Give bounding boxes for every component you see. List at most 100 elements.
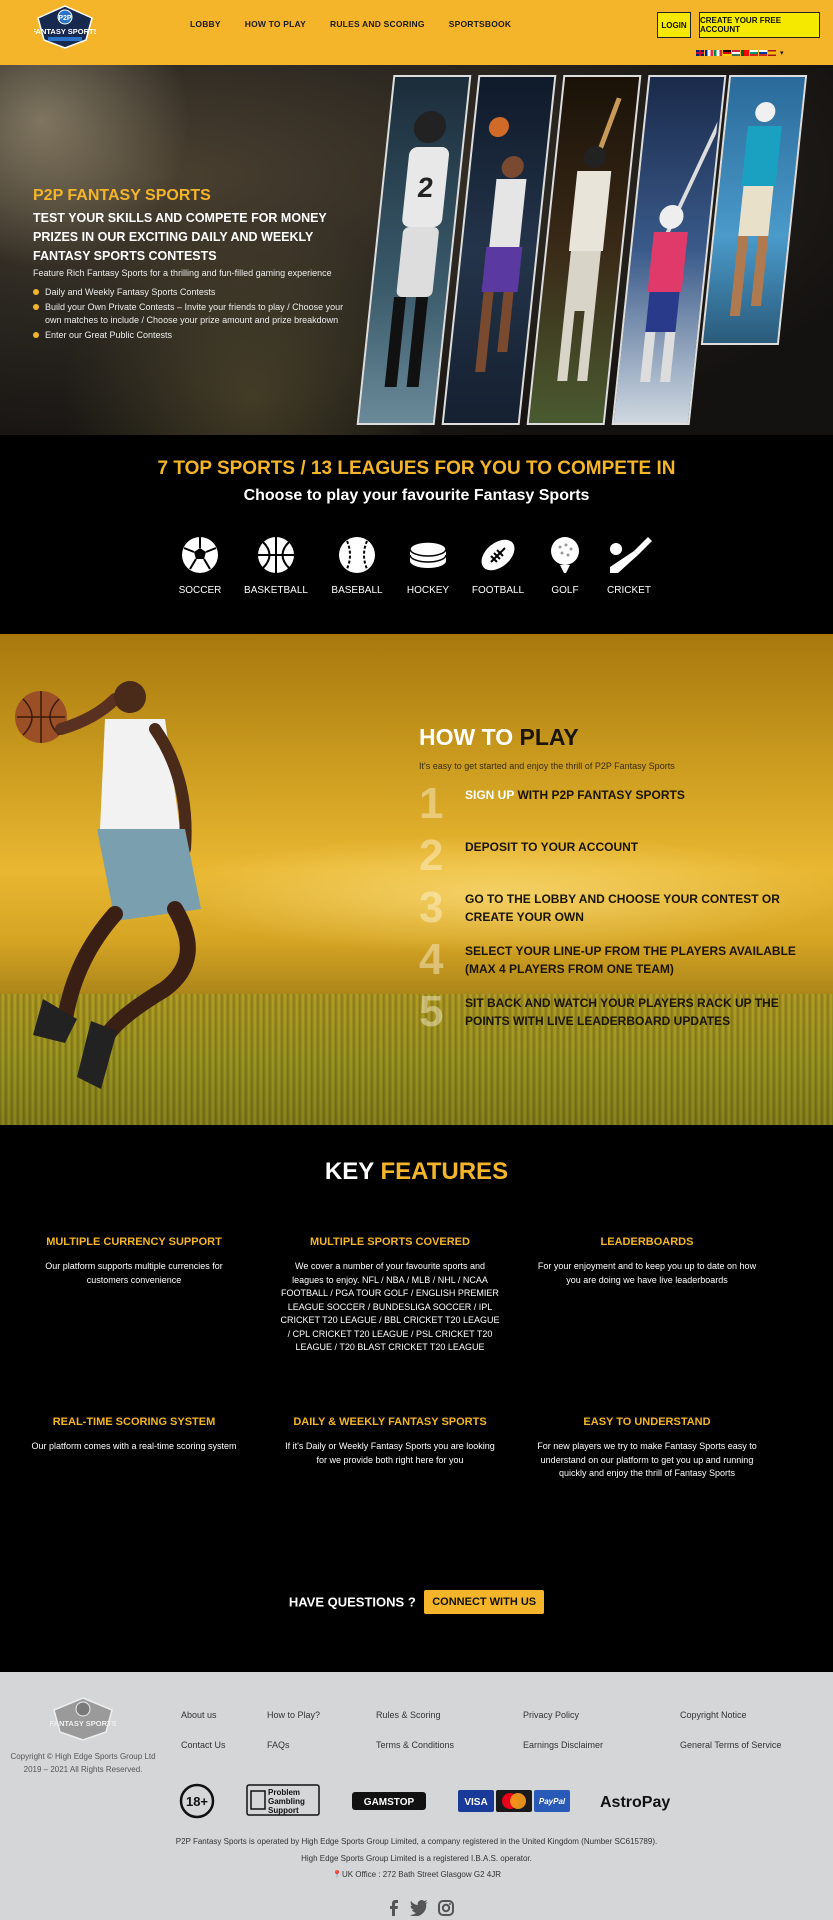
create-account-button[interactable]: CREATE YOUR FREE ACCOUNT (699, 12, 820, 38)
sport-label: BASKETBALL (244, 585, 308, 596)
questions-banner: HAVE QUESTIONS ? CONNECT WITH US (0, 1590, 833, 1614)
feature-card: EASY TO UNDERSTAND For new players we tr… (537, 1416, 757, 1481)
fantasy-sports-logo[interactable]: P2P FANTASY SPORTS (34, 4, 96, 50)
feature-title: EASY TO UNDERSTAND (583, 1416, 711, 1428)
visa-icon: VISA (458, 1790, 494, 1812)
compliance-badges: 18+ Problem Gambling Support GAMSTOP VIS… (0, 1782, 833, 1822)
nav-sportsbook[interactable]: SPORTSBOOK (449, 19, 511, 29)
how-to-play-section: HOW TO PLAY It's easy to get started and… (0, 634, 833, 1125)
instagram-icon[interactable] (438, 1900, 454, 1916)
sports-section: 7 TOP SPORTS / 13 LEAGUES FOR YOU TO COM… (0, 435, 833, 634)
golf-ball-icon (551, 537, 579, 573)
footer-link-rules[interactable]: Rules & Scoring (376, 1710, 441, 1720)
feature-card: REAL-TIME SCORING SYSTEM Our platform co… (24, 1416, 244, 1454)
flag-de-icon[interactable] (723, 50, 731, 56)
sport-cricket[interactable]: CRICKET (594, 535, 664, 596)
key-features-title: KEY FEATURES (0, 1158, 833, 1186)
sport-label: HOCKEY (406, 585, 450, 596)
badge-text: PayPal (539, 1797, 566, 1806)
address-text: UK Office : 272 Bath Street Glasgow G2 4… (341, 1870, 501, 1879)
legal-text: P2P Fantasy Sports is operated by High E… (175, 1837, 658, 1846)
nav-how-to-play[interactable]: HOW TO PLAY (245, 19, 306, 29)
feature-title: REAL-TIME SCORING SYSTEM (52, 1416, 216, 1428)
hero-subtitle: TEST YOUR SKILLS AND COMPETE FOR MONEY P… (33, 211, 327, 263)
step-text: SELECT YOUR LINE-UP FROM THE PLAYERS AVA… (465, 944, 796, 976)
office-address: 📍UK Office : 272 Bath Street Glasgow G2 … (0, 1870, 833, 1879)
feature-text: For your enjoyment and to keep you up to… (537, 1261, 757, 1285)
twitter-icon[interactable] (410, 1900, 428, 1916)
title-part: PLAY (519, 724, 579, 750)
footer-link-about[interactable]: About us (181, 1710, 217, 1720)
nav-lobby[interactable]: LOBBY (190, 19, 221, 29)
sports-title: 7 TOP SPORTS / 13 LEAGUES FOR YOU TO COM… (157, 458, 676, 479)
sport-label: BASEBALL (331, 585, 383, 596)
footer-link-earnings[interactable]: Earnings Disclaimer (523, 1740, 603, 1750)
hero-title: P2P FANTASY SPORTS (33, 187, 211, 204)
feature-card: LEADERBOARDS For your enjoyment and to k… (537, 1236, 757, 1287)
flag-bg-icon[interactable] (750, 50, 758, 56)
feature-card: MULTIPLE SPORTS COVERED We cover a numbe… (280, 1236, 500, 1355)
footer-logo[interactable]: FANTASY SPORTS (50, 1696, 116, 1742)
sport-basketball[interactable]: BASKETBALL (241, 535, 311, 596)
nav-rules-and-scoring[interactable]: RULES AND SCORING (330, 19, 425, 29)
sport-hockey[interactable]: HOCKEY (393, 535, 463, 596)
flag-it-icon[interactable] (714, 50, 722, 56)
step-number: 1 (419, 779, 444, 828)
flag-es-icon[interactable] (768, 50, 776, 56)
football-icon (481, 539, 515, 571)
feature-text: Our platform comes with a real-time scor… (31, 1441, 237, 1451)
title-part: HOW TO (419, 724, 514, 750)
footer-link-faqs[interactable]: FAQs (267, 1740, 290, 1750)
flag-ru-icon[interactable] (759, 50, 767, 56)
footer-link-copyright-notice[interactable]: Copyright Notice (680, 1710, 747, 1720)
step-number: 3 (419, 883, 444, 932)
map-pin-icon: 📍 (331, 1870, 342, 1879)
site-footer: FANTASY SPORTS Copyright © High Edge Spo… (0, 1672, 833, 1920)
how-to-play-title: HOW TO PLAY (419, 724, 579, 751)
login-button[interactable]: LOGIN (657, 12, 691, 38)
sport-soccer[interactable]: SOCCER (165, 535, 235, 596)
logo-text: FANTASY SPORTS (50, 1719, 116, 1728)
how-to-play-intro: It's easy to get started and enjoy the t… (419, 761, 675, 771)
chevron-down-icon[interactable]: ▾ (780, 49, 784, 57)
title-part: FEATURES (380, 1158, 509, 1185)
social-links (386, 1900, 454, 1916)
paypal-icon: PayPal (534, 1790, 570, 1812)
footer-link-how-to-play[interactable]: How to Play? (267, 1710, 320, 1720)
facebook-icon[interactable] (386, 1900, 400, 1916)
footer-link-general-terms[interactable]: General Terms of Service (680, 1740, 781, 1750)
feature-title: MULTIPLE SPORTS COVERED (310, 1236, 470, 1248)
language-selector[interactable]: ▾ (696, 49, 784, 57)
flag-hu-icon[interactable] (732, 50, 740, 56)
sport-label: SOCCER (178, 585, 222, 596)
have-questions-text: HAVE QUESTIONS ? (288, 1594, 416, 1610)
site-header: P2P FANTASY SPORTS LOBBY HOW TO PLAY RUL… (0, 0, 833, 65)
sport-football[interactable]: FOOTBALL (463, 535, 533, 596)
step-text: GO TO THE LOBBY AND CHOOSE YOUR CONTEST … (465, 892, 780, 924)
step-text: WITH P2P FANTASY SPORTS (514, 788, 685, 802)
flag-fr-icon[interactable] (705, 50, 713, 56)
flag-en-icon[interactable] (696, 50, 704, 56)
feature-text: If it's Daily or Weekly Fantasy Sports y… (285, 1441, 495, 1465)
feature-title: LEADERBOARDS (600, 1236, 694, 1248)
badge-text: Gambling (268, 1797, 305, 1806)
sport-label: CRICKET (607, 585, 651, 596)
footer-link-terms[interactable]: Terms & Conditions (376, 1740, 454, 1750)
feature-card: MULTIPLE CURRENCY SUPPORT Our platform s… (24, 1236, 244, 1287)
feature-text: Our platform supports multiple currencie… (45, 1261, 223, 1285)
footer-link-contact[interactable]: Contact Us (181, 1740, 226, 1750)
sport-golf[interactable]: GOLF (530, 535, 600, 596)
footer-link-privacy[interactable]: Privacy Policy (523, 1710, 579, 1720)
basketball-icon (258, 537, 294, 573)
connect-with-us-button[interactable]: CONNECT WITH US (424, 1590, 545, 1614)
feature-card: DAILY & WEEKLY FANTASY SPORTS If it's Da… (280, 1416, 500, 1467)
svg-text:2: 2 (416, 172, 435, 203)
title-part: KEY (324, 1158, 374, 1185)
flag-pt-icon[interactable] (741, 50, 749, 56)
sport-baseball[interactable]: BASEBALL (322, 535, 392, 596)
copyright-line: 2019 – 2021 All Rights Reserved. (23, 1765, 143, 1774)
feature-text: For new players we try to make Fantasy S… (537, 1441, 757, 1478)
problem-gambling-support-icon[interactable]: Problem Gambling Support (246, 1784, 320, 1816)
gamstop-icon[interactable]: GAMSTOP (352, 1792, 426, 1810)
basketball-player-image (15, 681, 201, 1089)
